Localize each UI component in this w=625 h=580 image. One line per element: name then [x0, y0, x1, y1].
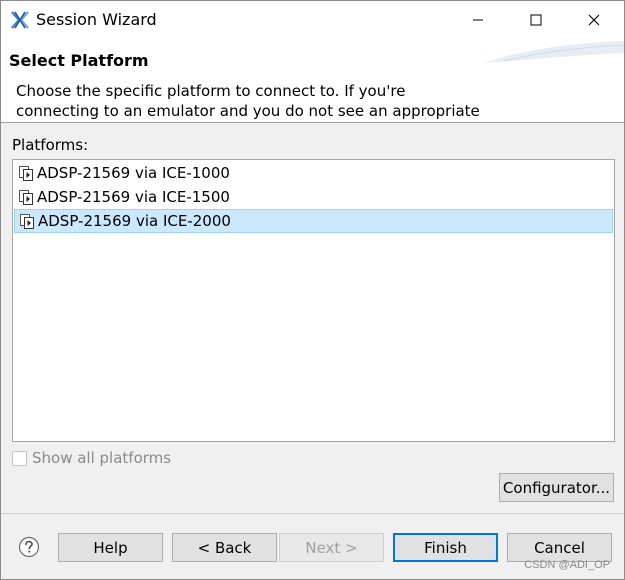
watermark: CSDN @ADI_OP — [524, 559, 610, 571]
footer-separator — [1, 513, 624, 514]
list-item-label: ADSP-21569 via ICE-2000 — [38, 212, 231, 230]
list-item-label: ADSP-21569 via ICE-1000 — [37, 164, 230, 182]
back-button[interactable]: < Back — [172, 533, 277, 562]
maximize-button[interactable] — [507, 1, 565, 39]
platforms-label: Platforms: — [12, 136, 89, 154]
banner-decoration-icon — [484, 41, 624, 63]
close-icon — [588, 14, 600, 26]
show-all-platforms-checkbox[interactable]: Show all platforms — [12, 448, 171, 468]
minimize-button[interactable] — [449, 1, 507, 39]
close-button[interactable] — [565, 1, 623, 39]
minimize-icon — [473, 19, 483, 21]
wizard-banner: Select Platform Choose the specific plat… — [1, 39, 624, 123]
platform-icon — [20, 214, 34, 229]
page-title: Select Platform — [9, 51, 149, 70]
maximize-icon — [530, 14, 542, 26]
help-icon[interactable] — [18, 536, 40, 558]
list-item-selected[interactable]: ADSP-21569 via ICE-2000 — [14, 209, 613, 233]
page-description: Choose the specific platform to connect … — [16, 82, 480, 120]
platform-icon — [19, 190, 33, 205]
window-title: Session Wizard — [36, 10, 157, 29]
platforms-list[interactable]: ADSP-21569 via ICE-1000 ADSP-21569 via I… — [12, 159, 615, 442]
platform-icon — [19, 166, 33, 181]
app-x-logo-icon — [11, 11, 29, 29]
next-button[interactable]: Next > — [279, 533, 384, 562]
show-all-platforms-label: Show all platforms — [32, 449, 172, 467]
title-bar[interactable]: Session Wizard — [1, 1, 624, 39]
configurator-button[interactable]: Configurator... — [499, 473, 614, 502]
list-item[interactable]: ADSP-21569 via ICE-1000 — [14, 161, 613, 185]
help-button[interactable]: Help — [58, 533, 163, 562]
checkbox-box[interactable] — [12, 450, 27, 466]
list-item-label: ADSP-21569 via ICE-1500 — [37, 188, 230, 206]
list-item[interactable]: ADSP-21569 via ICE-1500 — [14, 185, 613, 209]
cancel-button[interactable]: Cancel — [507, 533, 612, 562]
session-wizard-window: Session Wizard Select Platform Choose th… — [0, 0, 625, 580]
finish-button[interactable]: Finish — [393, 533, 498, 562]
